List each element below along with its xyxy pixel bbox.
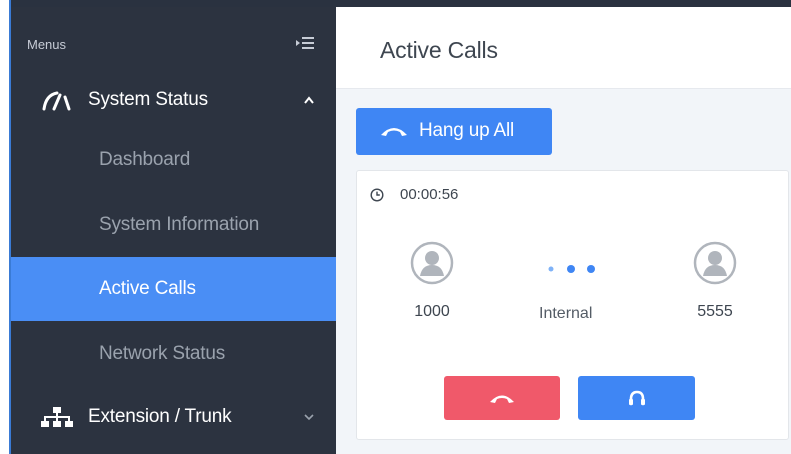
hang-up-button[interactable]	[444, 376, 560, 420]
connecting-dots-icon	[548, 265, 595, 273]
sidebar-item-active-calls[interactable]: Active Calls	[11, 257, 336, 321]
left-edge	[0, 0, 11, 454]
collapse-sidebar-icon[interactable]	[294, 35, 316, 51]
sidebar-item-dashboard[interactable]: Dashboard	[11, 128, 336, 192]
sidebar: Menus System Status Dashboard System Inf…	[11, 7, 336, 454]
top-border	[0, 0, 791, 7]
sidebar-section-system-status[interactable]: System Status	[11, 68, 336, 132]
sidebar-item-system-information[interactable]: System Information	[11, 193, 336, 257]
listen-button[interactable]	[578, 376, 695, 420]
sidebar-item-label: Network Status	[99, 343, 226, 364]
hangup-phone-icon	[381, 128, 407, 136]
callee-number: 5555	[697, 303, 733, 320]
sidebar-section-label: Extension / Trunk	[88, 406, 232, 427]
user-avatar-icon	[410, 241, 454, 285]
menus-label: Menus	[27, 37, 67, 52]
speedometer-icon	[41, 89, 73, 111]
page-title: Active Calls	[380, 37, 498, 63]
sidebar-section-label: System Status	[88, 89, 208, 110]
callee-party: 5555	[685, 241, 745, 321]
caller-number: 1000	[414, 303, 450, 320]
sidebar-item-label: System Information	[99, 214, 260, 235]
hang-up-all-button[interactable]: Hang up All	[356, 108, 552, 155]
sidebar-section-extension-trunk[interactable]: Extension / Trunk	[11, 385, 336, 449]
network-tree-icon	[41, 406, 73, 428]
caller-party: 1000	[402, 241, 462, 321]
hang-up-all-label: Hang up All	[419, 120, 514, 141]
hangup-phone-icon	[490, 395, 514, 403]
chevron-down-icon	[304, 410, 314, 424]
app-frame: Menus System Status Dashboard System Inf…	[0, 0, 791, 454]
call-type: Internal	[539, 305, 593, 322]
clock-icon	[370, 188, 384, 202]
headphones-icon	[628, 390, 645, 406]
call-duration: 00:00:56	[400, 186, 459, 203]
sidebar-item-label: Active Calls	[99, 278, 196, 299]
sidebar-item-network-status[interactable]: Network Status	[11, 322, 336, 386]
main-content: Active Calls Hang up All 00:00:56 1000 I…	[336, 7, 791, 454]
chevron-up-icon	[304, 93, 314, 107]
active-call-card: 00:00:56 1000 Internal 5555	[356, 170, 789, 440]
user-avatar-icon	[693, 241, 737, 285]
sidebar-item-label: Dashboard	[99, 149, 191, 170]
page-header: Active Calls	[336, 7, 791, 89]
